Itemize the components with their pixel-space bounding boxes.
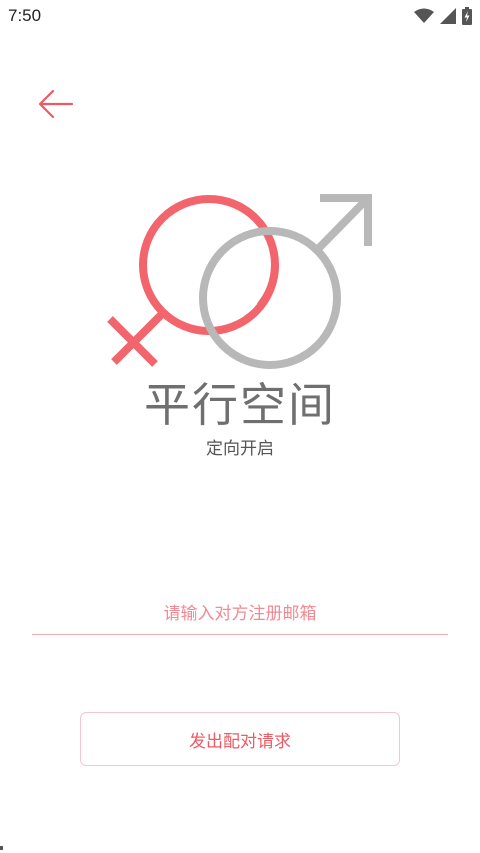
email-field-container bbox=[32, 596, 448, 635]
app-title: 平行空间 bbox=[144, 378, 336, 432]
status-time: 7:50 bbox=[8, 6, 42, 25]
app-subtitle: 定向开启 bbox=[206, 439, 274, 459]
email-field[interactable] bbox=[32, 596, 448, 632]
wifi-icon bbox=[414, 8, 434, 24]
send-pair-request-label: 发出配对请求 bbox=[189, 731, 291, 752]
corner-mark bbox=[0, 846, 3, 850]
status-icons bbox=[414, 6, 472, 26]
send-pair-request-button[interactable]: 发出配对请求 bbox=[80, 712, 400, 766]
pairing-screen: 7:50 平行空间 定向开启 请输入对方注册邮箱 发出配对请求 bbox=[0, 0, 480, 853]
battery-charging-icon bbox=[462, 7, 472, 25]
female-male-symbols-icon bbox=[107, 194, 372, 369]
back-button[interactable] bbox=[36, 86, 76, 122]
arrow-left-icon bbox=[38, 89, 74, 119]
cellular-signal-icon bbox=[440, 8, 456, 24]
app-logo bbox=[100, 188, 380, 373]
status-bar: 7:50 bbox=[0, 0, 480, 34]
